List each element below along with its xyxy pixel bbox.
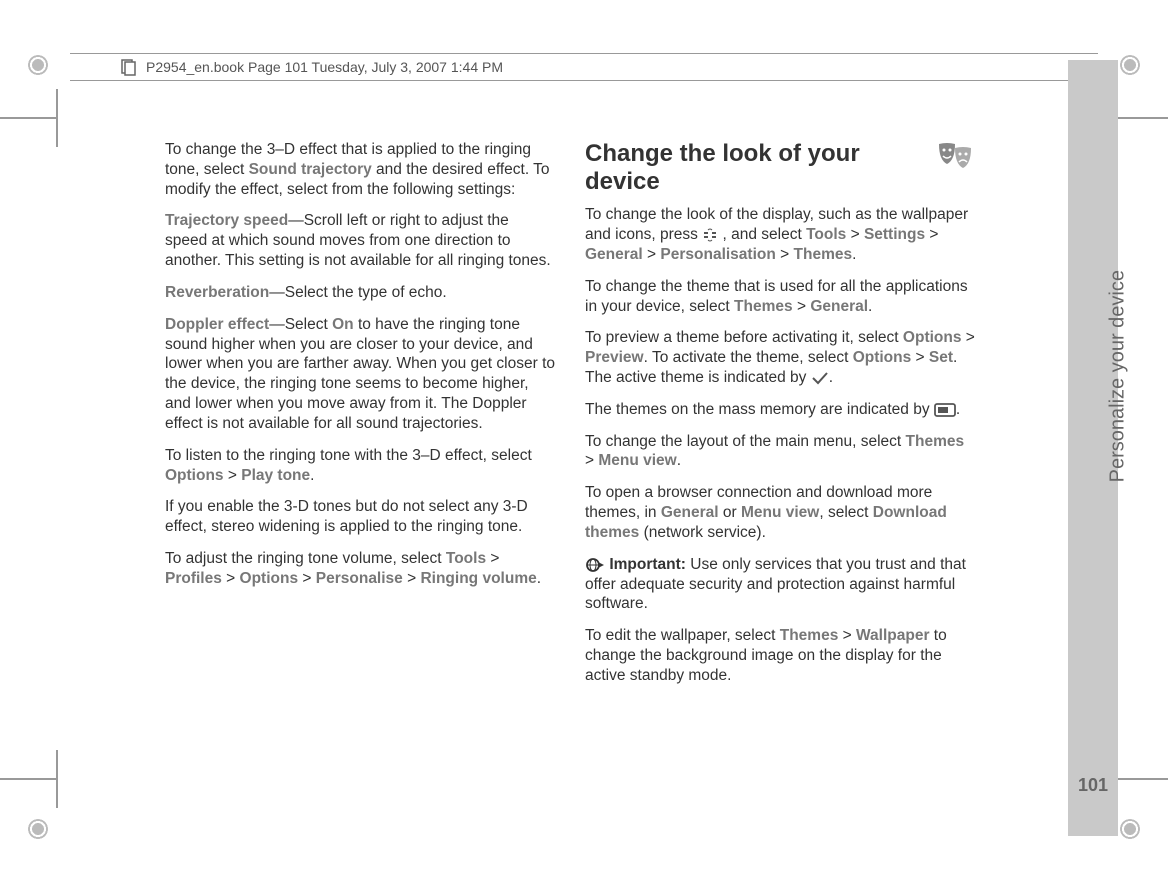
paragraph: To preview a theme before activating it,…: [585, 328, 975, 387]
left-column: To change the 3–D effect that is applied…: [165, 140, 555, 698]
paragraph: Doppler effect—Select On to have the rin…: [165, 315, 555, 434]
paragraph: Trajectory speed—Scroll left or right to…: [165, 211, 555, 270]
framemaker-header: P2954_en.book Page 101 Tuesday, July 3, …: [70, 53, 1098, 81]
menu-key-icon: [702, 227, 718, 243]
globe-arrow-icon: [585, 557, 605, 573]
themes-icon: [935, 140, 975, 176]
paragraph: To listen to the ringing tone with the 3…: [165, 446, 555, 486]
header-text: P2954_en.book Page 101 Tuesday, July 3, …: [146, 59, 503, 75]
page-content: To change the 3–D effect that is applied…: [165, 140, 975, 698]
paragraph: To change the theme that is used for all…: [585, 277, 975, 317]
mass-memory-icon: [934, 402, 956, 418]
page-number: 101: [1078, 775, 1108, 796]
checkmark-icon: [811, 371, 829, 385]
paragraph: To change the layout of the main menu, s…: [585, 432, 975, 472]
paragraph: The themes on the mass memory are indica…: [585, 400, 975, 420]
heading: Change the look of your device: [585, 140, 975, 195]
section-label: Personalize your device: [1106, 270, 1129, 482]
paragraph: Reverberation—Select the type of echo.: [165, 283, 555, 303]
paragraph: To change the 3–D effect that is applied…: [165, 140, 555, 199]
right-column: Change the look of your device To change…: [585, 140, 975, 698]
book-icon: [120, 58, 138, 76]
paragraph: To edit the wallpaper, select Themes > W…: [585, 626, 975, 685]
paragraph: To change the look of the display, such …: [585, 205, 975, 264]
paragraph: To open a browser connection and downloa…: [585, 483, 975, 542]
important-note: Important: Use only services that you tr…: [585, 555, 975, 614]
paragraph: If you enable the 3-D tones but do not s…: [165, 497, 555, 537]
paragraph: To adjust the ringing tone volume, selec…: [165, 549, 555, 589]
